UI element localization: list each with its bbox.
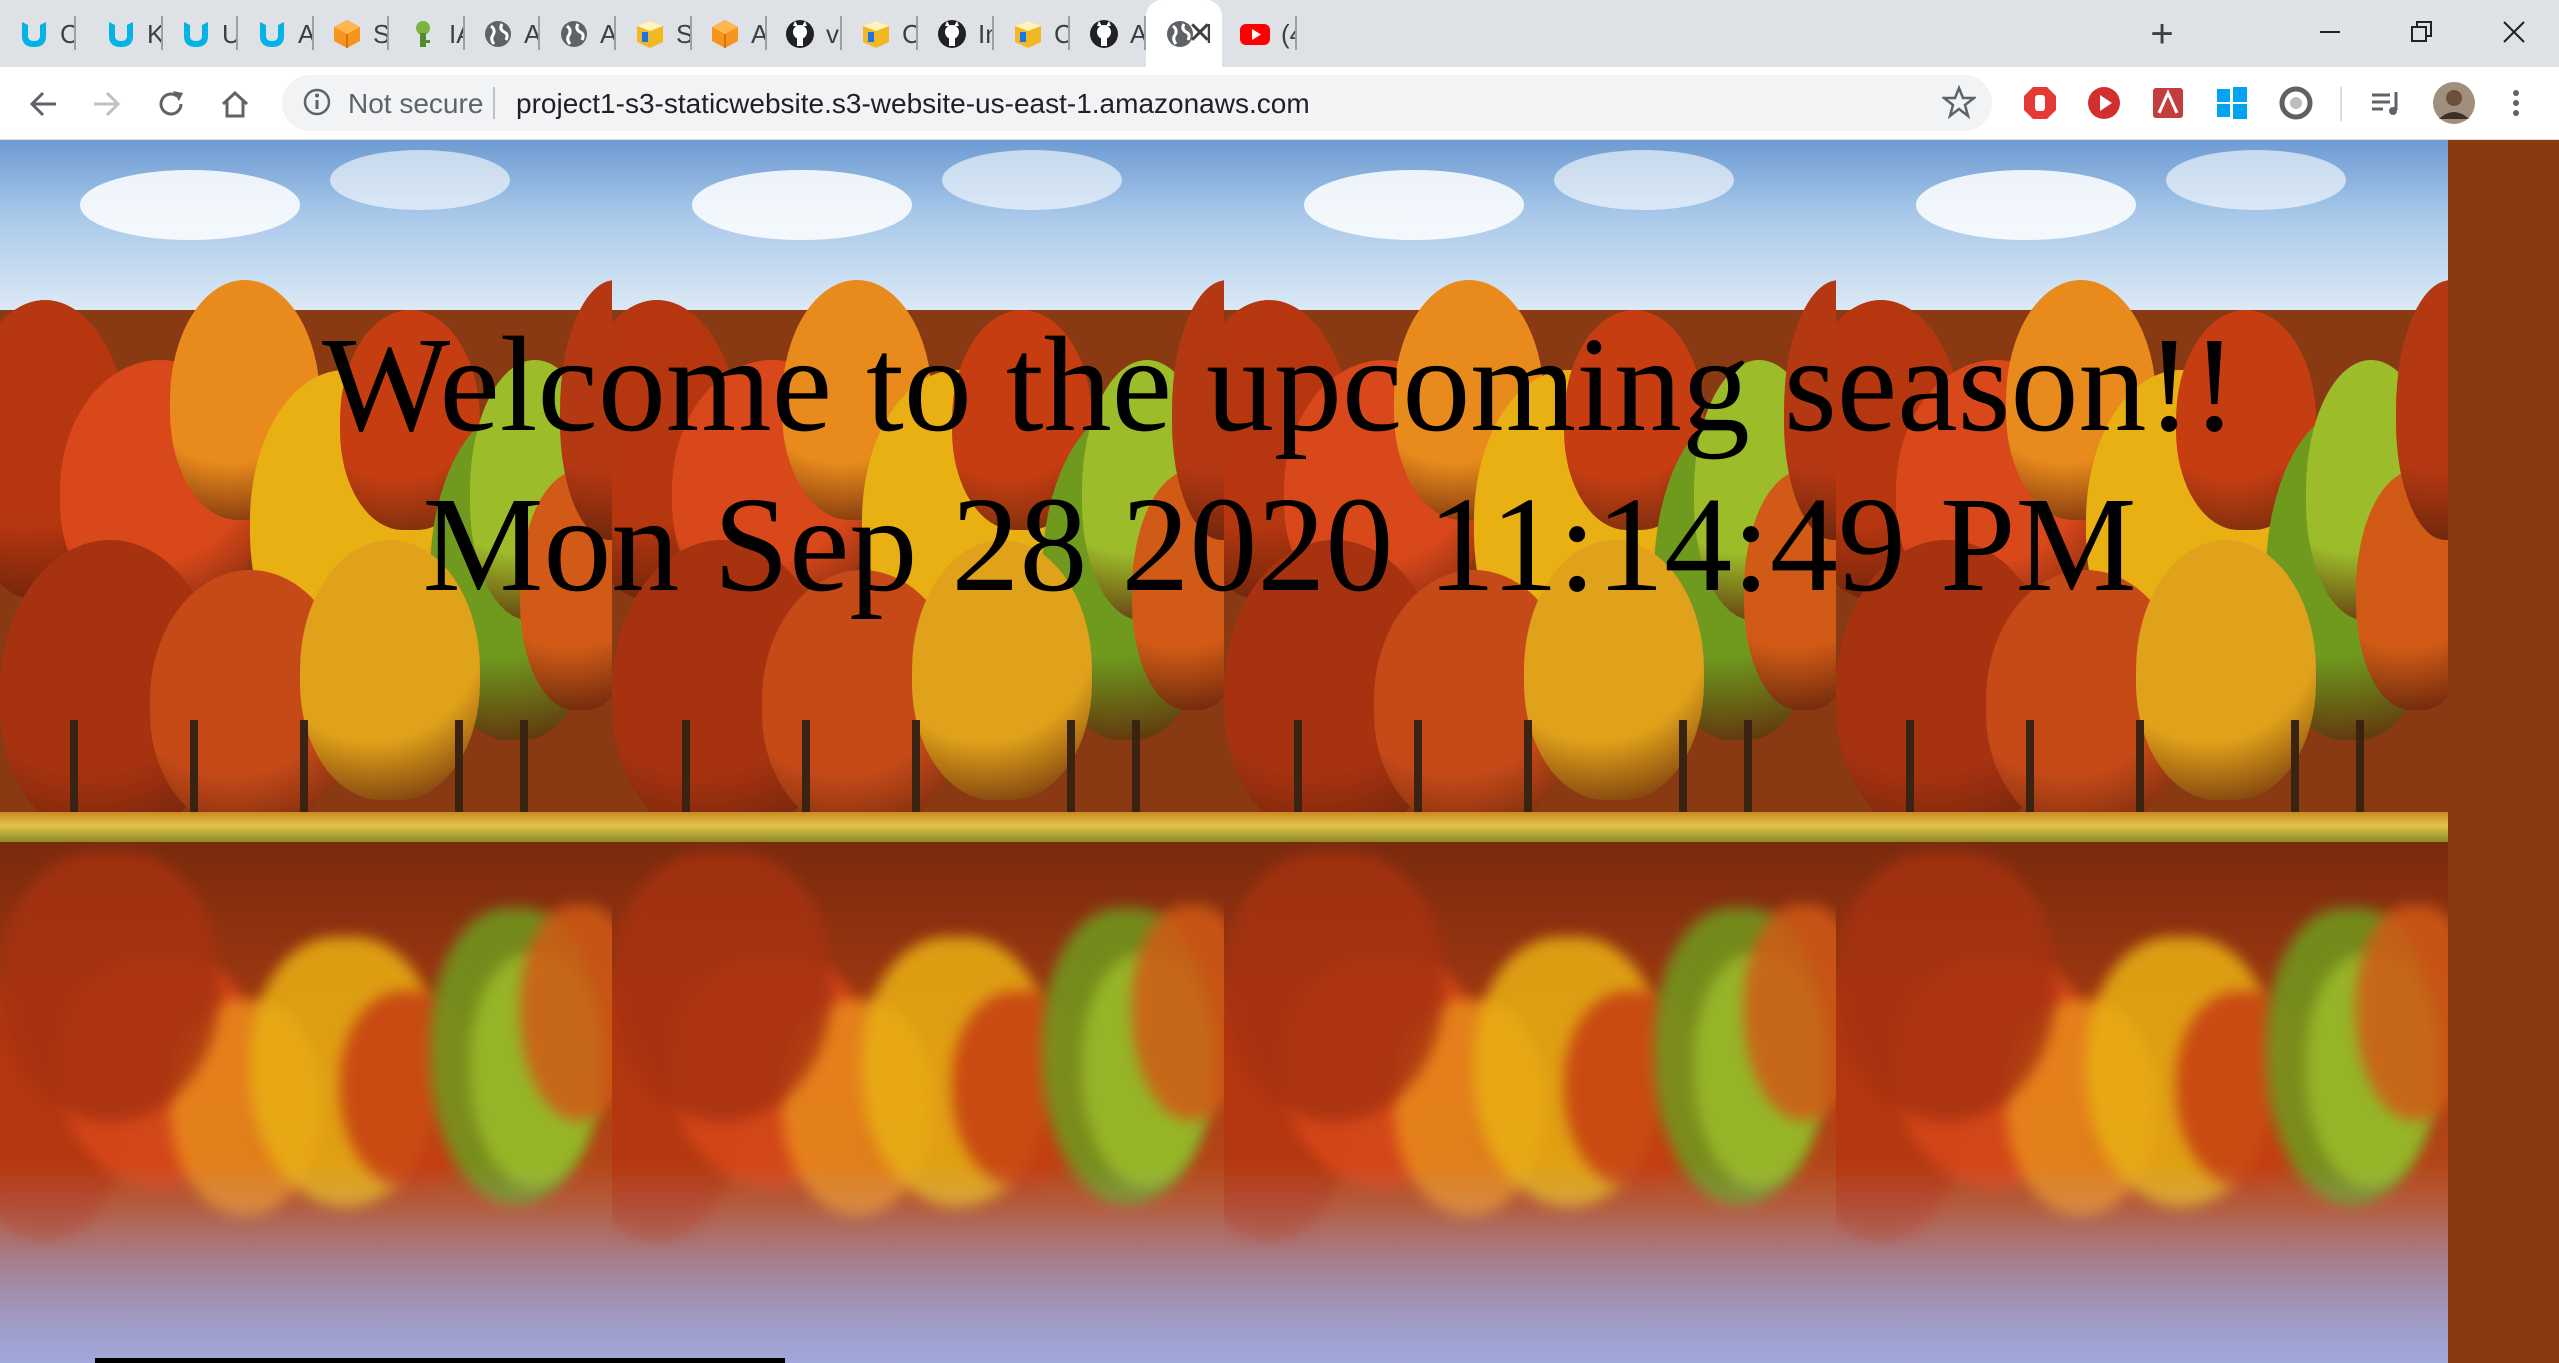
tab-title: AWS <box>1130 19 1144 49</box>
circle-extension-button[interactable] <box>2278 85 2314 121</box>
minimize-icon <box>2320 31 2340 33</box>
video-extension-button[interactable] <box>2086 85 2122 121</box>
tab-strip: Chat Kno Uda AWS S3 M IAM AWS AWS Serv AWS vnar Con… <box>0 0 2559 67</box>
restore-icon <box>2411 21 2432 42</box>
browser-tab[interactable]: l ✕ <box>1146 0 1222 67</box>
play-icon <box>2088 87 2120 119</box>
tab-title: IAM <box>449 19 463 49</box>
windows-extension-button[interactable] <box>2214 85 2250 121</box>
aws-iam-icon <box>407 18 439 50</box>
bookmark-star-icon[interactable] <box>1942 85 1976 119</box>
udacity-icon <box>105 18 137 50</box>
url-text[interactable]: project1-s3-staticwebsite.s3-website-us-… <box>516 88 1310 120</box>
avatar <box>2433 82 2475 124</box>
tab-title: Con <box>1054 19 1068 49</box>
tab-title: (4) H <box>1281 19 1295 49</box>
aws-cube-icon <box>331 18 363 50</box>
circle-icon <box>2279 86 2313 120</box>
globe-icon <box>558 18 590 50</box>
reload-icon <box>159 91 183 116</box>
browser-toolbar: Not secure project1-s3-staticwebsite.s3-… <box>0 67 2559 140</box>
github-icon <box>1088 18 1120 50</box>
tab-title: AWS <box>298 19 312 49</box>
browser-tab[interactable]: Inst <box>918 0 994 67</box>
browser-tab[interactable]: Uda <box>162 0 238 67</box>
address-separator <box>493 87 495 119</box>
tab-title: Uda <box>222 19 236 49</box>
home-button[interactable] <box>214 83 256 125</box>
acrobat-icon <box>2153 88 2183 118</box>
arrow-right-icon <box>94 91 121 117</box>
adblock-extension-button[interactable] <box>2022 85 2058 121</box>
browser-tab[interactable]: Serv <box>616 0 692 67</box>
browser-tab[interactable]: S3 M <box>313 0 389 67</box>
browser-tab[interactable]: AWS <box>238 0 314 67</box>
adblock-icon <box>2024 87 2056 119</box>
youtube-icon <box>1239 18 1271 50</box>
more-vertical-icon <box>2513 90 2519 116</box>
udacity-icon <box>180 18 212 50</box>
info-icon[interactable] <box>302 87 332 117</box>
browser-tab[interactable]: IAM <box>389 0 465 67</box>
tab-title: AWS <box>751 19 765 49</box>
close-icon <box>2503 21 2525 43</box>
page-viewport: Welcome to the upcoming season!! Mon Sep… <box>0 140 2559 1363</box>
globe-icon <box>482 18 514 50</box>
scroll-indicator <box>95 1358 785 1363</box>
profile-avatar-button[interactable] <box>2432 81 2476 125</box>
browser-tab[interactable]: (4) H <box>1221 0 1297 67</box>
browser-tab[interactable]: AWS <box>691 0 767 67</box>
udacity-icon <box>256 18 288 50</box>
browser-tab[interactable]: AWS <box>464 0 540 67</box>
browser-menu-button[interactable] <box>2498 85 2534 121</box>
date-time-display: Mon Sep 28 2020 11:14:49 PM <box>422 470 2137 620</box>
tab-title: Serv <box>676 19 690 49</box>
pdf-extension-button[interactable] <box>2150 85 2186 121</box>
tab-separator <box>1295 16 1297 50</box>
aws-box-icon <box>860 18 892 50</box>
browser-tab[interactable]: Con <box>994 0 1070 67</box>
tab-title: Kno <box>147 19 161 49</box>
minimize-button[interactable] <box>2302 10 2358 54</box>
tab-title: vnar <box>826 19 840 49</box>
forward-button[interactable] <box>86 83 128 125</box>
reload-button[interactable] <box>150 83 192 125</box>
back-button[interactable] <box>22 83 64 125</box>
arrow-left-icon <box>29 91 56 117</box>
browser-tab[interactable]: vnar <box>766 0 842 67</box>
close-window-button[interactable] <box>2486 10 2542 54</box>
tab-title: Chat <box>60 19 74 49</box>
home-icon <box>221 90 249 118</box>
tab-title: AWS <box>524 19 538 49</box>
browser-tab[interactable]: AWS <box>540 0 616 67</box>
aws-cube-icon <box>709 18 741 50</box>
new-tab-button[interactable]: + <box>2142 14 2182 54</box>
tab-title: AWS <box>600 19 614 49</box>
browser-tab[interactable]: Chat <box>0 0 76 67</box>
windows-icon <box>2217 87 2247 119</box>
browser-tab[interactable]: Kno <box>87 0 163 67</box>
tab-separator <box>74 16 76 50</box>
browser-tab[interactable]: AWS <box>1070 0 1146 67</box>
udacity-icon <box>18 18 50 50</box>
aws-box-icon <box>634 18 666 50</box>
tab-title: Con <box>902 19 916 49</box>
tab-title: S3 M <box>373 19 387 49</box>
restore-button[interactable] <box>2394 10 2450 54</box>
browser-tab[interactable]: Con <box>842 0 918 67</box>
page-heading: Welcome to the upcoming season!! <box>321 310 2238 460</box>
address-bar[interactable]: Not secure project1-s3-staticwebsite.s3-… <box>282 75 1992 131</box>
aws-box-icon <box>1012 18 1044 50</box>
tab-title: Inst <box>978 19 992 49</box>
github-icon <box>936 18 968 50</box>
toolbar-separator <box>2340 87 2342 121</box>
github-icon <box>784 18 816 50</box>
playlist-icon <box>2372 92 2398 115</box>
close-tab-icon[interactable]: ✕ <box>1184 18 1216 50</box>
security-status-label[interactable]: Not secure <box>348 88 483 120</box>
media-control-button[interactable] <box>2368 85 2404 121</box>
